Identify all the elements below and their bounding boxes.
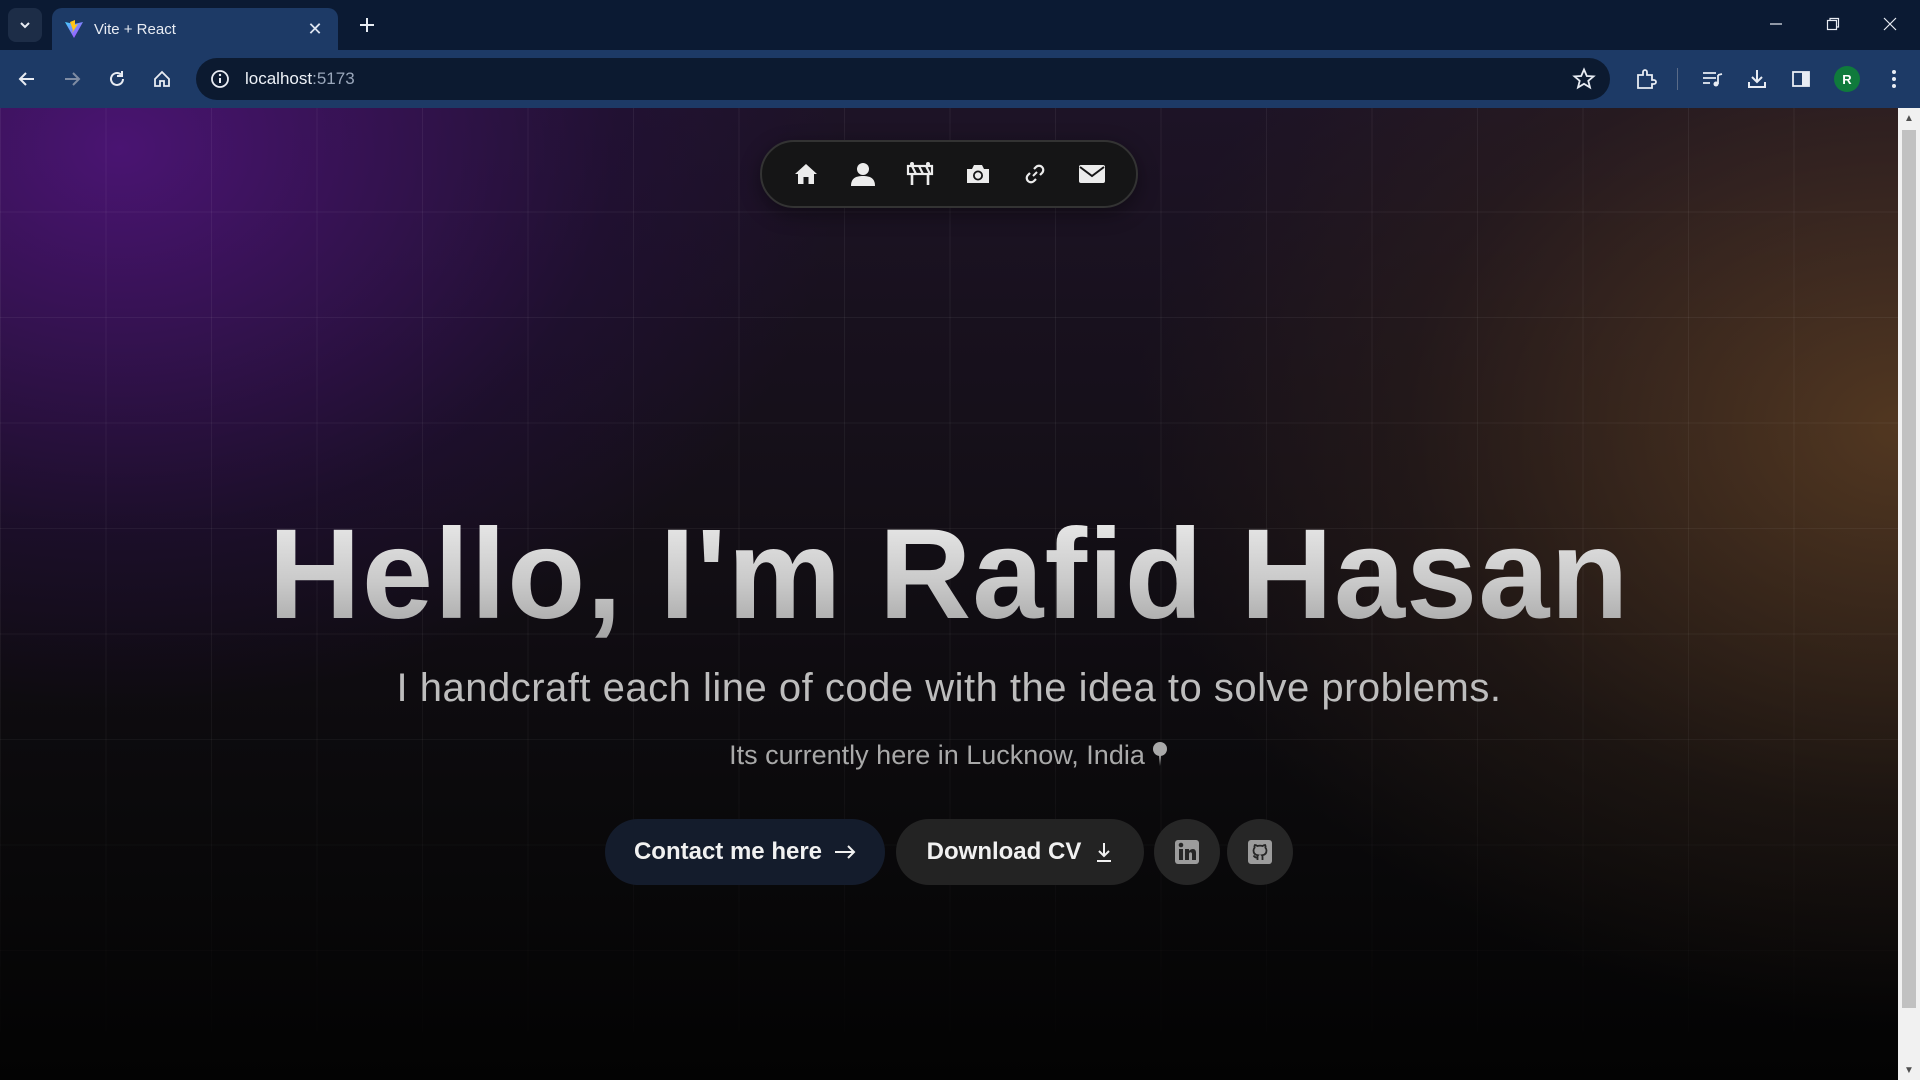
pin-icon xyxy=(1152,742,1167,766)
github-icon xyxy=(1248,840,1272,864)
download-cv-button[interactable]: Download CV xyxy=(896,819,1144,885)
forward-icon xyxy=(65,72,81,86)
floating-nav xyxy=(760,140,1138,208)
tab-title: Vite + React xyxy=(94,20,176,38)
chevron-down-icon xyxy=(20,22,30,29)
github-button[interactable] xyxy=(1227,819,1293,885)
address-bar[interactable]: localhost:5173 xyxy=(196,58,1610,100)
close-window-icon xyxy=(1883,17,1897,31)
tab-close-icon[interactable]: ✕ xyxy=(304,18,326,40)
user-icon xyxy=(851,163,876,186)
page-viewport: Hello, I'm Rafid Hasan I handcraft each … xyxy=(0,108,1898,1080)
download-icon xyxy=(1097,843,1112,862)
close-window-button[interactable] xyxy=(1862,4,1918,44)
site-info-icon xyxy=(211,70,229,88)
page-scrollbar[interactable]: ▲ ▼ xyxy=(1898,108,1920,1080)
star-icon[interactable] xyxy=(1572,67,1596,91)
download-icon xyxy=(1748,70,1766,88)
nav-links-button[interactable] xyxy=(1017,156,1053,192)
minimize-button[interactable] xyxy=(1748,4,1804,44)
scroll-down-icon[interactable]: ▼ xyxy=(1903,1064,1915,1076)
nav-home-button[interactable] xyxy=(788,156,824,192)
profile-avatar[interactable]: R xyxy=(1834,66,1860,92)
reload-icon xyxy=(110,71,124,86)
media-icon xyxy=(1703,72,1723,87)
scroll-thumb[interactable] xyxy=(1902,130,1916,1008)
home-icon xyxy=(795,164,817,184)
restore-button[interactable] xyxy=(1805,4,1861,44)
side-panel-button[interactable] xyxy=(1785,63,1817,95)
browser-menu-button[interactable] xyxy=(1878,63,1910,95)
tab-search-button[interactable] xyxy=(8,8,42,42)
new-tab-button[interactable] xyxy=(352,10,382,40)
contact-button[interactable]: Contact me here xyxy=(605,819,885,885)
hero-location: Its currently here in Lucknow, India xyxy=(0,740,1898,771)
linkedin-icon xyxy=(1175,840,1199,864)
download-cv-label: Download CV xyxy=(926,838,1082,865)
vite-favicon-icon xyxy=(65,20,83,38)
plus-icon xyxy=(360,18,374,32)
home-icon xyxy=(154,70,170,87)
camera-icon xyxy=(966,165,989,183)
back-icon xyxy=(18,72,34,86)
link-icon xyxy=(1025,164,1045,184)
forward-button[interactable] xyxy=(56,63,88,95)
home-button[interactable] xyxy=(146,63,178,95)
back-button[interactable] xyxy=(11,63,43,95)
url-text: localhost:5173 xyxy=(245,69,355,89)
browser-toolbar: localhost:5173 xyxy=(0,50,1920,108)
media-button[interactable] xyxy=(1696,63,1728,95)
mail-icon xyxy=(1078,165,1105,183)
toolbar-divider xyxy=(1677,68,1678,90)
restore-icon xyxy=(1826,17,1840,31)
browser-tab[interactable]: Vite + React ✕ xyxy=(52,8,338,50)
arrow-right-icon xyxy=(835,845,856,859)
nav-gallery-button[interactable] xyxy=(960,156,996,192)
projects-icon xyxy=(907,162,934,185)
site-info-button[interactable] xyxy=(205,64,235,94)
reload-button[interactable] xyxy=(101,63,133,95)
minimize-icon xyxy=(1770,23,1782,25)
contact-button-label: Contact me here xyxy=(633,838,823,865)
downloads-button[interactable] xyxy=(1741,63,1773,95)
nav-contact-button[interactable] xyxy=(1074,156,1110,192)
menu-icon xyxy=(1892,70,1896,88)
hero-title: Hello, I'm Rafid Hasan xyxy=(0,498,1898,652)
side-panel-icon xyxy=(1792,71,1810,87)
nav-projects-button[interactable] xyxy=(902,156,938,192)
linkedin-button[interactable] xyxy=(1154,819,1220,885)
extensions-icon xyxy=(1637,69,1657,89)
extensions-button[interactable] xyxy=(1630,63,1662,95)
scroll-up-icon[interactable]: ▲ xyxy=(1903,112,1915,124)
nav-about-button[interactable] xyxy=(845,156,881,192)
tab-strip: Vite + React ✕ xyxy=(0,0,1920,50)
hero-subtitle: I handcraft each line of code with the i… xyxy=(396,666,1502,710)
url-port: :5173 xyxy=(312,69,355,88)
url-host: localhost xyxy=(245,69,313,88)
location-text: Its currently here in Lucknow, India xyxy=(729,740,1145,770)
